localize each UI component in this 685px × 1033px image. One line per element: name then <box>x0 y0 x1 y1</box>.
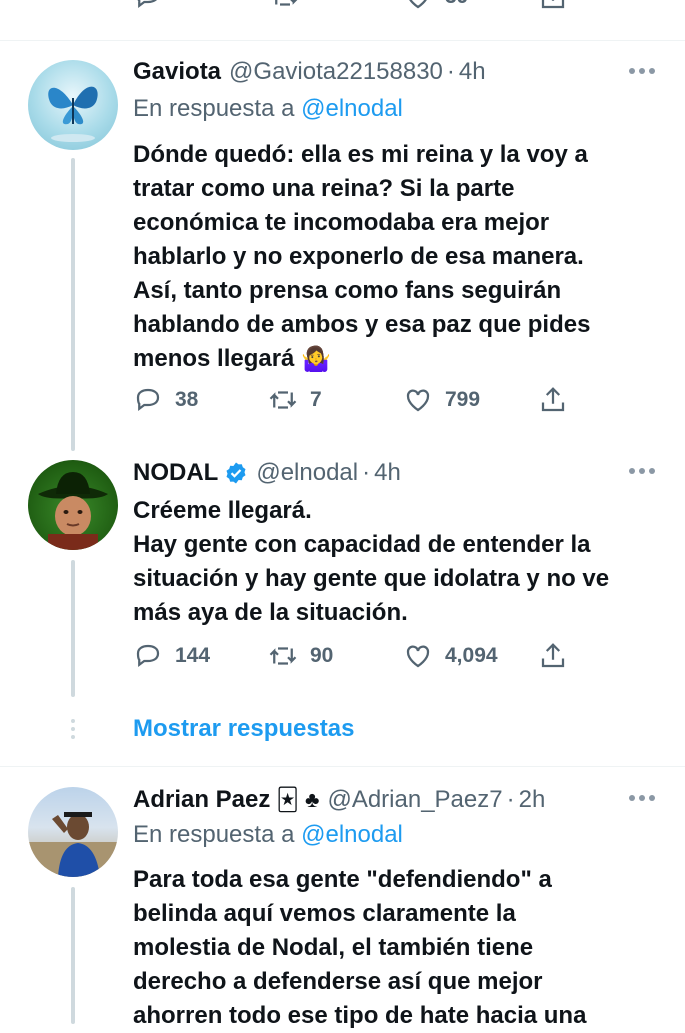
reply-count: 38 <box>175 388 199 411</box>
thread-line <box>71 158 75 451</box>
reply-prefix: En respuesta a <box>133 821 295 848</box>
retweet-icon <box>269 647 297 665</box>
more-icon[interactable] <box>629 68 655 76</box>
retweet-icon[interactable] <box>270 0 300 12</box>
reply-context: En respuesta a @elnodal <box>133 95 403 123</box>
tweet-text: Dónde quedó: ella es mi reina y la voy a… <box>133 138 653 377</box>
display-name[interactable]: Adrian Paez <box>133 786 270 814</box>
tweet-text: Para toda esa gente "defendiendo" a beli… <box>133 866 587 1029</box>
like-icon <box>406 645 430 668</box>
like-icon[interactable]: 39 <box>403 0 468 12</box>
dot-separator: · <box>362 459 371 486</box>
share-button[interactable] <box>538 383 568 417</box>
retweet-count: 90 <box>310 644 334 667</box>
tweet-actions: 144 90 4,094 <box>133 639 573 673</box>
more-icon[interactable] <box>629 795 655 803</box>
tweet-body: Dónde quedó: ella es mi reina y la voy a… <box>133 141 591 372</box>
like-button[interactable]: 4,094 <box>403 639 498 673</box>
display-name[interactable]: Gaviota <box>133 58 221 86</box>
like-count: 39 <box>445 0 468 9</box>
dot-separator: · <box>506 786 515 813</box>
shrug-emoji: 🤷‍♀️ <box>301 345 331 373</box>
reply-count: 144 <box>175 644 211 667</box>
like-count: 4,094 <box>445 644 498 667</box>
divider <box>0 40 685 41</box>
retweet-button[interactable]: 7 <box>268 383 322 417</box>
divider <box>0 766 685 767</box>
tweet-header: Gaviota @Gaviota22158830 · 4h <box>133 58 486 86</box>
thread-line <box>71 887 75 1024</box>
handle[interactable]: @Adrian_Paez7 <box>327 786 502 814</box>
tweet-header: Adrian Paez 🃏 ♣ @Adrian_Paez7 · 2h <box>133 786 545 814</box>
retweet-button[interactable]: 90 <box>268 639 333 673</box>
reply-button[interactable]: 38 <box>133 383 198 417</box>
butterfly-icon <box>48 86 98 142</box>
like-count: 799 <box>445 388 481 411</box>
handle[interactable]: @Gaviota22158830 <box>229 58 443 86</box>
reply-context: En respuesta a @elnodal <box>133 821 403 849</box>
avatar[interactable] <box>28 460 118 550</box>
reply-prefix: En respuesta a <box>133 95 295 122</box>
mention-link[interactable]: @elnodal <box>301 95 403 122</box>
tweet-text: Créeme llegará. Hay gente con capacidad … <box>133 497 610 626</box>
reply-icon <box>136 388 160 411</box>
share-icon <box>541 387 565 412</box>
thread-ellipsis-icon <box>70 719 76 739</box>
timestamp[interactable]: 4h <box>459 58 486 86</box>
show-replies-link[interactable]: Mostrar respuestas <box>133 715 354 743</box>
share-icon <box>541 643 565 668</box>
timestamp[interactable]: 2h <box>519 786 546 814</box>
display-name[interactable]: NODAL <box>133 459 218 487</box>
timestamp[interactable]: 4h <box>374 459 401 487</box>
cowboy-avatar-icon <box>38 472 108 550</box>
verified-badge-icon <box>226 462 246 484</box>
share-button[interactable] <box>538 639 568 673</box>
retweet-count: 7 <box>310 388 322 411</box>
avatar[interactable] <box>28 60 118 150</box>
handle[interactable]: @elnodal <box>256 459 358 487</box>
like-icon <box>406 389 430 412</box>
name-emoji: 🃏 ♣ <box>276 787 320 812</box>
like-button[interactable]: 799 <box>403 383 480 417</box>
tweet-header: NODAL @elnodal · 4h <box>133 459 401 487</box>
mention-link[interactable]: @elnodal <box>301 821 403 848</box>
reply-icon <box>136 644 160 667</box>
dot-separator: · <box>446 58 455 85</box>
tweet-actions: 38 7 799 <box>133 383 573 417</box>
reply-icon[interactable] <box>133 0 163 12</box>
previous-tweet-actions: 39 <box>0 0 685 18</box>
reply-button[interactable]: 144 <box>133 639 210 673</box>
more-icon[interactable] <box>629 468 655 476</box>
avatar[interactable] <box>28 787 118 877</box>
person-avatar-icon <box>28 812 118 877</box>
share-icon[interactable] <box>538 0 568 12</box>
thread-line <box>71 560 75 697</box>
retweet-icon <box>269 391 297 409</box>
